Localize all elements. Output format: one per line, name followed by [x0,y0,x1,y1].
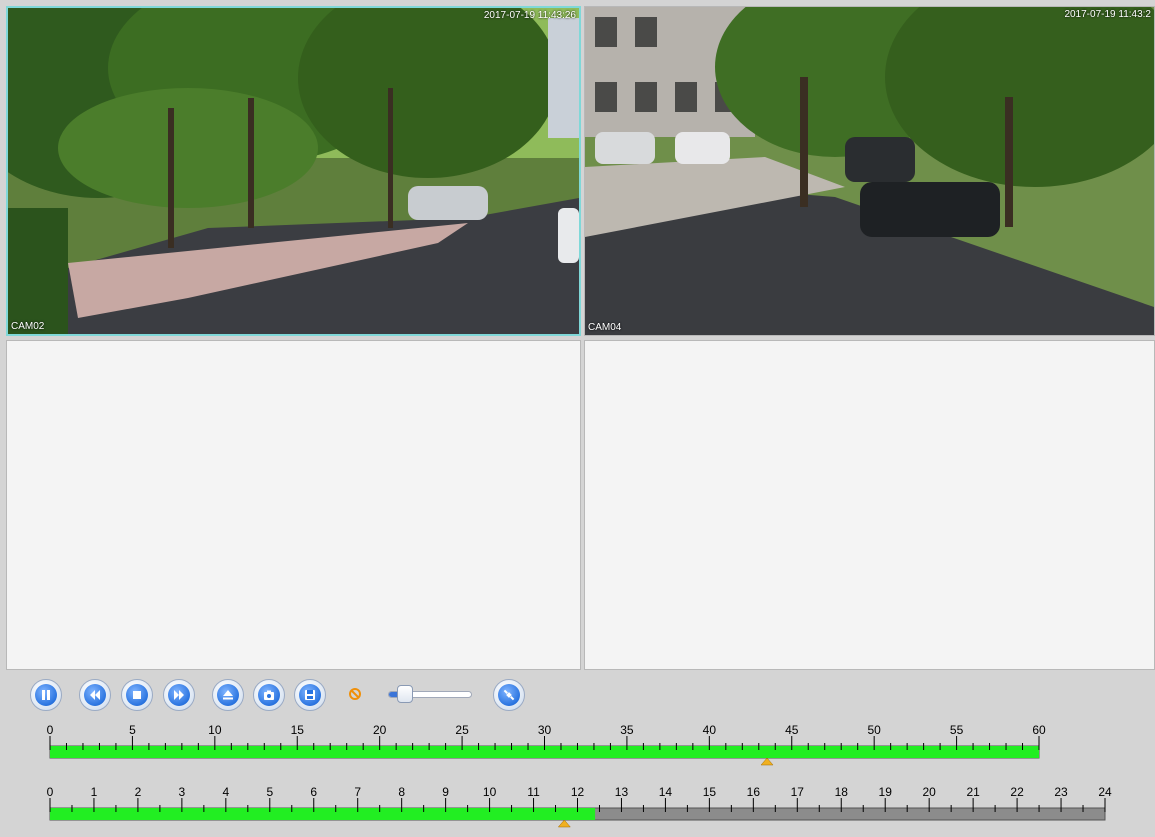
recorded-segment [50,808,596,820]
tick-label: 5 [129,723,136,737]
tick-label: 16 [747,785,761,799]
camera-icon [264,690,274,700]
rewind-button[interactable] [79,679,111,711]
tick-label: 40 [703,723,717,737]
snapshot-button[interactable] [253,679,285,711]
tick-label: 9 [442,785,449,799]
tick-label: 30 [538,723,552,737]
tick-label: 17 [791,785,805,799]
cam-timestamp: 2017-07-19 11:43:26 [483,10,576,21]
cam-label: CAM04 [588,322,622,333]
pause-button[interactable] [30,679,62,711]
tick-label: 19 [879,785,893,799]
video-pane-1[interactable]: 2017-07-19 11:43:26 CAM02 [6,6,581,336]
tick-label: 5 [266,785,273,799]
tick-label: 7 [354,785,361,799]
fast-forward-button[interactable] [163,679,195,711]
hour-timeline[interactable]: 0 1 2 3 4 5 6 7 8 9 10 11 12 13 14 15 16 17 18 19 20 21 22 23 24 [0,780,1155,835]
tick-label: 60 [1032,723,1046,737]
tick-label: 3 [179,785,186,799]
video-pane-2[interactable]: 2017-07-19 11:43:2 CAM04 [584,6,1155,336]
pause-icon [42,690,50,700]
tick-label: 10 [483,785,497,799]
save-button[interactable] [294,679,326,711]
video-frame-cam02 [8,8,579,334]
tick-label: 14 [659,785,673,799]
volume-thumb[interactable] [396,685,413,703]
sync-button[interactable] [493,679,525,711]
satellite-icon [503,689,515,701]
cam-timestamp: 2017-07-19 11:43:2 [1064,9,1151,20]
tick-label: 50 [867,723,881,737]
tick-label: 25 [455,723,469,737]
floppy-disk-icon [305,690,315,700]
eject-button[interactable] [212,679,244,711]
tick-label: 20 [922,785,936,799]
minute-timeline[interactable]: 0 5 10 15 20 25 30 35 40 45 50 55 60 [0,718,1155,773]
tick-label: 10 [208,723,222,737]
tick-label: 15 [291,723,305,737]
playhead-cursor [557,819,571,828]
tick-label: 23 [1054,785,1068,799]
video-pane-3[interactable] [6,340,581,670]
video-pane-4[interactable] [584,340,1155,670]
tick-label: 45 [785,723,799,737]
mute-icon[interactable] [349,688,361,700]
stop-icon [133,691,141,699]
cam-label: CAM02 [11,321,45,332]
tick-label: 8 [398,785,405,799]
video-frame-cam04 [585,7,1154,335]
tick-label: 2 [135,785,142,799]
tick-label: 4 [222,785,229,799]
eject-icon [223,690,233,700]
tick-label: 20 [373,723,387,737]
tick-label: 35 [620,723,634,737]
tick-label: 0 [47,785,54,799]
tick-label: 55 [950,723,964,737]
volume-slider[interactable] [380,684,474,704]
tick-label: 12 [571,785,585,799]
fast-forward-icon [174,690,184,700]
rewind-icon [90,690,100,700]
playhead-cursor [760,757,774,766]
tick-label: 0 [47,723,54,737]
tick-label: 21 [966,785,980,799]
tick-label: 24 [1098,785,1112,799]
tick-label: 6 [310,785,317,799]
tick-label: 11 [527,785,540,799]
tick-label: 1 [91,785,98,799]
tick-label: 18 [835,785,849,799]
tick-label: 15 [703,785,717,799]
tick-label: 13 [615,785,629,799]
tick-label: 22 [1010,785,1024,799]
stop-button[interactable] [121,679,153,711]
